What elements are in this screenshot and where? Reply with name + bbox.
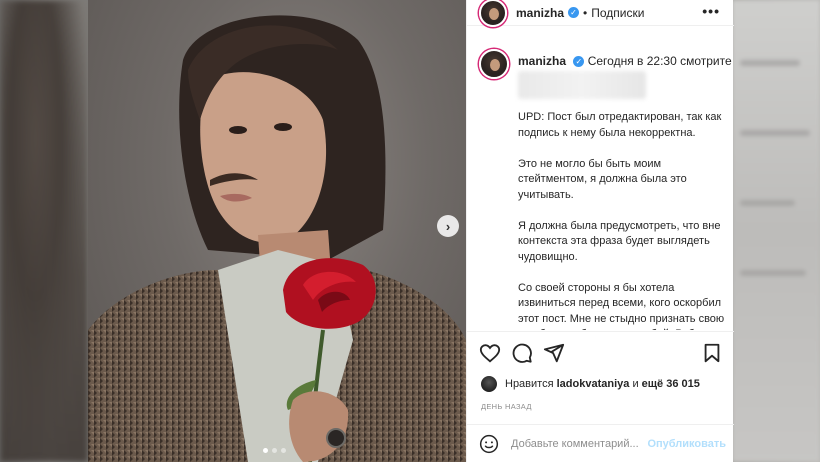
carousel-dot — [263, 448, 268, 453]
post-photo[interactable]: › — [88, 0, 466, 462]
blurred-background-left — [0, 0, 88, 462]
publish-button[interactable]: Опубликовать — [647, 438, 726, 450]
verified-badge-icon: ✓ — [573, 56, 585, 67]
avatar[interactable] — [479, 0, 507, 27]
likes-prefix: Нравится — [505, 378, 554, 390]
caption-paragraph: Я должна была предусмотреть, что вне кон… — [518, 219, 721, 263]
verified-badge-icon: ✓ — [568, 7, 580, 18]
caption-paragraph: Это не могло бы быть моим стейтментом, я… — [518, 157, 687, 201]
liker-username-link[interactable]: ladokvataniya — [557, 378, 630, 390]
caption-username-link[interactable]: manizha — [518, 54, 566, 68]
comment-box: Добавьте комментарий... Опубликовать — [467, 424, 734, 462]
post-side-panel: manizha ✓ • Подписки ••• manizha ✓ Сегод… — [466, 0, 734, 462]
username-link[interactable]: manizha — [516, 6, 564, 20]
caption-body: UPD: Пост был отредактирован, так как по… — [518, 110, 728, 330]
comment-icon[interactable] — [511, 342, 533, 364]
separator: • — [583, 5, 588, 20]
following-button[interactable]: Подписки — [591, 6, 644, 20]
likes-line: Нравится ladokvataniya и ещё 36 015 — [481, 376, 700, 392]
action-bar — [467, 331, 734, 373]
carousel-dot — [272, 448, 277, 453]
liker-avatar[interactable] — [481, 376, 497, 392]
caption-paragraph: UPD: Пост был отредактирован, так как по… — [518, 111, 722, 139]
heart-icon[interactable] — [479, 342, 501, 364]
share-icon[interactable] — [543, 342, 565, 364]
caption-avatar[interactable] — [479, 49, 509, 79]
caption-paragraph: Со своей стороны я бы хотела извиниться … — [518, 281, 725, 331]
post-header: manizha ✓ • Подписки ••• — [467, 0, 734, 27]
carousel-next-button[interactable]: › — [437, 215, 459, 237]
likes-count-link[interactable]: ещё 36 015 — [642, 378, 700, 390]
carousel-dot — [281, 448, 286, 453]
more-options-icon[interactable]: ••• — [702, 3, 720, 19]
blurred-text — [518, 71, 646, 99]
bookmark-icon[interactable] — [701, 342, 723, 364]
comment-input[interactable]: Добавьте комментарий... — [511, 438, 639, 450]
blurred-background-right — [732, 0, 820, 462]
instagram-post: › manizha ✓ • Подписки ••• manizha ✓ Сег… — [88, 0, 734, 462]
carousel-indicator — [263, 448, 286, 453]
caption-first-line: manizha ✓ Сегодня в 22:30 смотрите — [518, 54, 732, 68]
portrait-illustration — [88, 15, 466, 462]
caption-text: Сегодня в 22:30 смотрите — [587, 54, 732, 68]
likes-middle: и — [632, 378, 639, 390]
emoji-icon[interactable] — [479, 434, 499, 454]
chevron-right-icon: › — [445, 218, 451, 234]
post-timestamp[interactable]: ДЕНЬ НАЗАД — [481, 402, 532, 411]
screenshot: › manizha ✓ • Подписки ••• manizha ✓ Сег… — [0, 0, 820, 462]
